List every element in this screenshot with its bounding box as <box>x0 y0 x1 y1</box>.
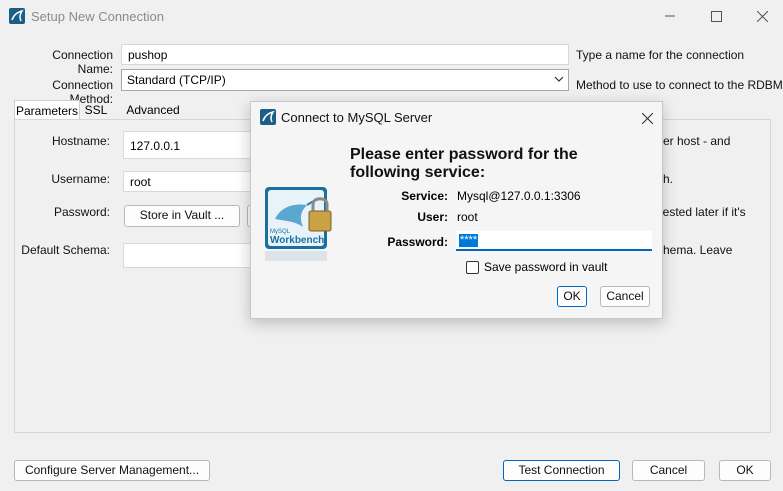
tab-advanced[interactable]: Advanced <box>122 100 184 120</box>
connection-method-hint: Method to use to connect to the RDBMS <box>576 78 783 92</box>
minimize-icon[interactable] <box>647 0 693 32</box>
password-input[interactable]: **** <box>456 231 652 251</box>
dialog-titlebar: Connect to MySQL Server <box>251 102 662 132</box>
window-titlebar: Setup New Connection <box>0 0 783 32</box>
dialog-ok-button[interactable]: OK <box>557 286 587 307</box>
password-hint: uested later if it's <box>656 205 746 219</box>
service-label: Service: <box>401 189 448 203</box>
mysql-workbench-app-icon <box>9 8 25 24</box>
window-title: Setup New Connection <box>31 9 164 24</box>
store-in-vault-button[interactable]: Store in Vault ... <box>124 205 240 227</box>
close-icon[interactable] <box>739 0 783 32</box>
password-label: Password: <box>53 205 110 219</box>
dialog-title: Connect to MySQL Server <box>281 110 433 125</box>
cancel-button[interactable]: Cancel <box>632 460 705 481</box>
close-icon[interactable] <box>637 108 657 128</box>
dialog-heading: Please enter password for the following … <box>350 146 578 181</box>
connection-method-value: Standard (TCP/IP) <box>127 73 226 87</box>
ok-button[interactable]: OK <box>719 460 771 481</box>
save-password-label[interactable]: Save password in vault <box>484 260 607 274</box>
user-label: User: <box>417 210 448 224</box>
mysql-workbench-app-icon <box>260 109 276 125</box>
default-schema-input[interactable] <box>123 243 253 268</box>
username-hint: h. <box>663 172 674 186</box>
chevron-down-icon <box>554 73 564 87</box>
logo-workbench-text: Workbench <box>270 235 324 246</box>
connect-dialog: Connect to MySQL Server MySQL Workbench … <box>250 101 663 319</box>
connection-name-label: Connection Name: <box>52 48 113 76</box>
connection-name-hint: Type a name for the connection <box>576 48 745 62</box>
tab-parameters[interactable]: Parameters <box>14 100 80 120</box>
default-schema-label: Default Schema: <box>21 243 110 257</box>
test-connection-button[interactable]: Test Connection <box>503 460 620 481</box>
save-password-checkbox[interactable] <box>466 261 479 274</box>
default-schema-hint: hema. Leave <box>663 243 733 257</box>
maximize-icon[interactable] <box>693 0 739 32</box>
configure-server-management-button[interactable]: Configure Server Management... <box>14 460 210 481</box>
username-input[interactable]: root <box>123 171 253 192</box>
user-value: root <box>457 210 478 224</box>
username-label: Username: <box>51 172 110 186</box>
hostname-input[interactable]: 127.0.0.1 <box>123 131 253 159</box>
hostname-label: Hostname: <box>51 134 110 148</box>
service-value: Mysql@127.0.0.1:3306 <box>457 189 581 203</box>
tab-ssl[interactable]: SSL <box>80 100 112 120</box>
dialog-password-label: Password: <box>387 235 448 249</box>
password-masked-text: **** <box>459 234 479 247</box>
dialog-cancel-button[interactable]: Cancel <box>600 286 650 307</box>
workbench-lock-logo: MySQL Workbench <box>263 185 332 265</box>
connection-name-input[interactable]: pushop <box>121 44 569 65</box>
connection-method-select[interactable]: Standard (TCP/IP) <box>121 69 569 91</box>
hostname-hint: er host - and <box>663 134 731 148</box>
